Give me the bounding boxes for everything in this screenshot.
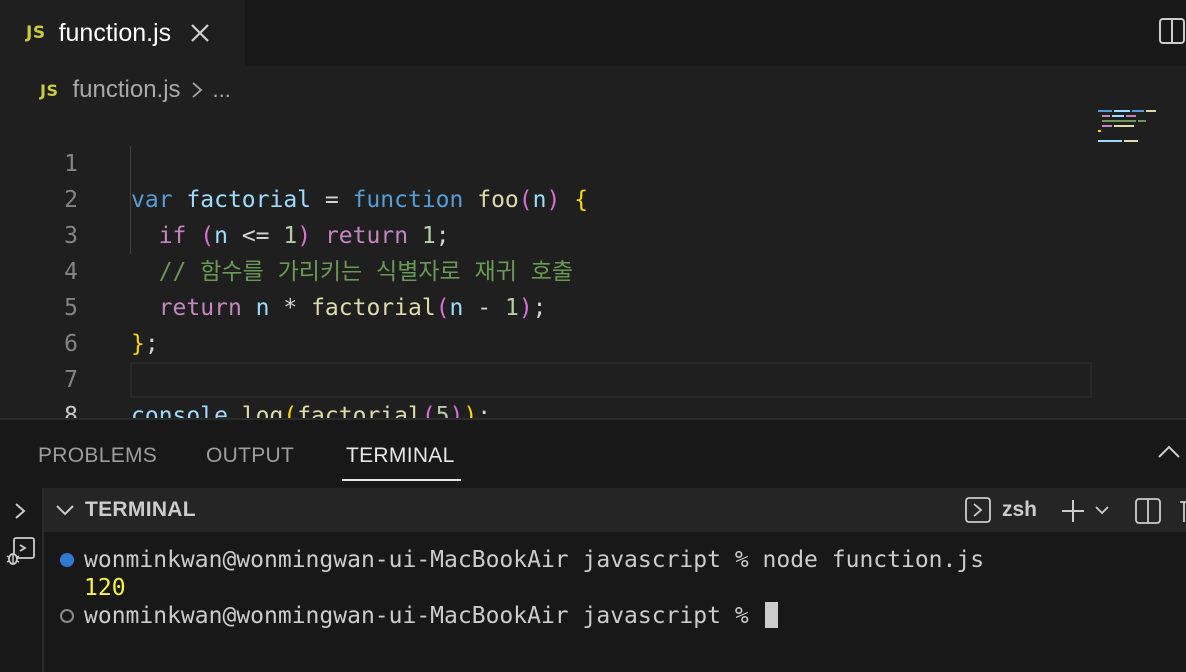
- terminal-header: TERMINAL zsh: [44, 488, 1186, 532]
- terminal-side-strip: [0, 488, 44, 672]
- code-line[interactable]: 3 // 함수를 가리키는 식별자로 재귀 호출: [0, 182, 1100, 285]
- debug-console-icon[interactable]: [4, 536, 36, 568]
- terminal-section-title: TERMINAL: [85, 498, 196, 521]
- panel-tab-bar: PROBLEMS OUTPUT TERMINAL: [0, 420, 1186, 488]
- command-success-icon[interactable]: [60, 553, 74, 567]
- close-icon[interactable]: [189, 22, 211, 44]
- terminal-line: wonminkwan@wonmingwan-ui-MacBookAir java…: [84, 547, 985, 573]
- terminal-output[interactable]: wonminkwan@wonmingwan-ui-MacBookAir java…: [44, 532, 1186, 672]
- breadcrumb-file[interactable]: function.js: [72, 76, 180, 104]
- code-line[interactable]: 8: [0, 362, 1100, 429]
- javascript-file-icon: JS: [26, 23, 46, 43]
- minimap[interactable]: [1098, 110, 1168, 142]
- plus-icon[interactable]: [1060, 498, 1086, 524]
- tab-output[interactable]: OUTPUT: [206, 444, 294, 468]
- terminal-output-line: 120: [84, 575, 126, 601]
- split-editor-icon[interactable]: [1158, 17, 1186, 45]
- active-tab-indicator: [342, 479, 461, 481]
- terminal-shell-icon[interactable]: [964, 496, 992, 524]
- terminal-prompt-line: wonminkwan@wonmingwan-ui-MacBookAir java…: [84, 601, 778, 631]
- terminal-cursor: [764, 602, 778, 628]
- code-line[interactable]: 7 console.log(factorial(5));: [0, 326, 1100, 429]
- chevron-down-icon[interactable]: [54, 501, 76, 519]
- tab-function-js[interactable]: JS function.js: [0, 0, 245, 66]
- breadcrumb-symbols[interactable]: ...: [213, 77, 231, 103]
- terminal-prompt: wonminkwan@wonmingwan-ui-MacBookAir java…: [84, 603, 763, 629]
- chevron-down-icon[interactable]: [1094, 502, 1110, 518]
- command-pending-icon[interactable]: [60, 609, 74, 623]
- chevron-up-icon[interactable]: [1156, 442, 1182, 462]
- code-line[interactable]: 1 var factorial = function foo(n) {: [0, 110, 1100, 213]
- tab-title: function.js: [58, 18, 172, 47]
- chevron-right-icon[interactable]: [12, 500, 28, 522]
- breadcrumb: JS function.js ...: [40, 72, 231, 108]
- code-line[interactable]: 5 };: [0, 254, 1100, 357]
- code-line[interactable]: 4 return n * factorial(n - 1);: [0, 218, 1100, 321]
- code-line[interactable]: 6: [0, 290, 1100, 357]
- javascript-file-icon: JS: [40, 80, 59, 100]
- trash-icon[interactable]: [1178, 496, 1186, 524]
- tab-problems[interactable]: PROBLEMS: [38, 444, 157, 468]
- tab-terminal[interactable]: TERMINAL: [346, 444, 455, 468]
- code-line[interactable]: 2 if (n <= 1) return 1;: [0, 146, 1100, 249]
- terminal-shell-name[interactable]: zsh: [1002, 498, 1037, 522]
- editor-tab-bar: JS function.js: [0, 0, 1186, 66]
- split-terminal-icon[interactable]: [1134, 497, 1162, 525]
- chevron-right-icon: [191, 82, 202, 98]
